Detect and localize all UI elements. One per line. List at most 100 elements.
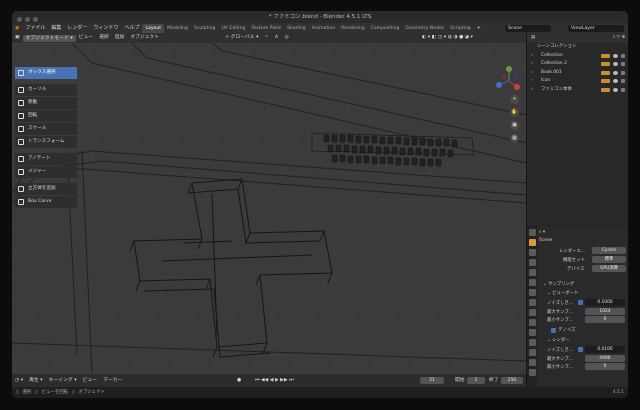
viewport-subpanel[interactable]: ⌄ ビューポート bbox=[547, 290, 578, 296]
timeline-view-menu[interactable]: ビュー bbox=[80, 374, 100, 387]
playback-menu[interactable]: 再生 ▾ bbox=[26, 374, 46, 387]
view-layer-tab-icon[interactable] bbox=[528, 259, 536, 266]
exclude-checkbox-icon[interactable] bbox=[621, 87, 625, 92]
timeline-editor-icon[interactable]: ◷ ▾ bbox=[12, 374, 26, 387]
outliner-item[interactable]: › Book.003 bbox=[527, 69, 628, 78]
exclude-checkbox-icon[interactable] bbox=[621, 53, 625, 58]
add-menu[interactable]: 追加 bbox=[112, 33, 128, 43]
exclude-checkbox-icon[interactable] bbox=[621, 70, 625, 75]
workspace-tab-scripting[interactable]: Scripting bbox=[447, 24, 473, 33]
denoise-checkbox[interactable] bbox=[551, 328, 556, 333]
tool-measure[interactable]: メジャー bbox=[15, 166, 77, 178]
visibility-eye-icon[interactable] bbox=[613, 62, 618, 66]
expand-arrow-icon[interactable]: › bbox=[531, 53, 533, 58]
tool-rotate[interactable]: 回転 bbox=[15, 110, 77, 122]
tool-tab-icon[interactable] bbox=[528, 229, 536, 236]
restrict-render-icon[interactable] bbox=[601, 70, 610, 75]
snap-icon[interactable]: ⋔ bbox=[272, 33, 282, 43]
viewport-min-samples-field[interactable]: 0 bbox=[585, 316, 625, 323]
render-engine-dropdown[interactable]: Cycles bbox=[592, 247, 626, 254]
tool-annotate[interactable]: アノテート bbox=[15, 153, 77, 165]
modifier-tab-icon[interactable] bbox=[528, 309, 536, 316]
playback-controls[interactable]: ⏮ ◀◀ ◀ ▶ ▶▶ ⏭ bbox=[252, 374, 296, 387]
expand-arrow-icon[interactable]: › bbox=[531, 87, 533, 92]
menu-window[interactable]: ウィンドウ bbox=[90, 23, 121, 33]
workspace-tab-shading[interactable]: Shading bbox=[284, 24, 309, 33]
render-noise-field[interactable]: 0.0100 bbox=[585, 346, 625, 353]
workspace-tab-texture-paint[interactable]: Texture Paint bbox=[248, 24, 284, 33]
view-layer-selector[interactable]: ViewLayer bbox=[568, 24, 624, 32]
restrict-render-icon[interactable] bbox=[601, 87, 610, 92]
workspace-tab-uv-editing[interactable]: UV Editing bbox=[218, 24, 248, 33]
outliner-search-icon[interactable]: ⌕ ▽ ⊕ bbox=[613, 33, 625, 43]
collection-tab-icon[interactable] bbox=[528, 289, 536, 296]
menu-file[interactable]: ファイル bbox=[22, 23, 48, 33]
tool-add-cube[interactable]: 立方体を追加 bbox=[15, 183, 77, 195]
start-frame-field[interactable]: 1 bbox=[467, 377, 485, 384]
tool-transform[interactable]: トランスフォーム bbox=[15, 136, 77, 148]
viewport-noise-field[interactable]: 0.1000 bbox=[585, 299, 625, 306]
visibility-eye-icon[interactable] bbox=[613, 87, 618, 92]
object-tab-icon[interactable] bbox=[528, 299, 536, 306]
end-frame-field[interactable]: 250 bbox=[501, 377, 523, 384]
perspective-toggle-icon[interactable]: ▦ bbox=[510, 134, 519, 143]
material-tab-icon[interactable] bbox=[528, 359, 536, 366]
visibility-eye-icon[interactable] bbox=[613, 70, 618, 75]
scene-collection-row[interactable]: シーンコレクション bbox=[527, 43, 628, 52]
restrict-render-icon[interactable] bbox=[601, 62, 610, 66]
menu-edit[interactable]: 編集 bbox=[48, 23, 64, 33]
outliner-item[interactable]: › Collection bbox=[527, 52, 628, 61]
exclude-checkbox-icon[interactable] bbox=[621, 79, 625, 83]
workspace-tab-modeling[interactable]: Modeling bbox=[164, 24, 191, 33]
expand-arrow-icon[interactable]: › bbox=[531, 78, 533, 83]
tool-box-carve[interactable]: Box Carve bbox=[15, 196, 77, 208]
editor-type-icon[interactable]: ▣ bbox=[12, 33, 23, 43]
workspace-tab-compositing[interactable]: Compositing bbox=[368, 24, 403, 33]
filter-icon[interactable]: ▤ bbox=[531, 35, 535, 40]
exclude-checkbox-icon[interactable] bbox=[621, 62, 625, 66]
workspace-tab-geometry-nodes[interactable]: Geometry Nodes bbox=[402, 24, 447, 33]
keying-menu[interactable]: キーイング ▾ bbox=[46, 374, 80, 387]
restrict-render-icon[interactable] bbox=[601, 79, 610, 83]
render-noise-checkbox[interactable] bbox=[578, 347, 583, 352]
workspace-tab-layout[interactable]: Layout bbox=[142, 24, 165, 33]
outliner-item[interactable]: › Icon bbox=[527, 77, 628, 86]
particles-tab-icon[interactable] bbox=[528, 319, 536, 326]
data-tab-icon[interactable] bbox=[528, 349, 536, 356]
scene-selector[interactable]: Scene bbox=[505, 24, 551, 32]
workspace-tab-animation[interactable]: Animation bbox=[309, 24, 338, 33]
visibility-eye-icon[interactable] bbox=[613, 79, 618, 83]
autokey-icon[interactable]: ● bbox=[234, 374, 244, 387]
pivot-icon[interactable]: ⚬ bbox=[262, 33, 272, 43]
viewport-noise-checkbox[interactable] bbox=[578, 300, 583, 305]
output-tab-icon[interactable] bbox=[528, 249, 536, 256]
workspace-tab-sculpting[interactable]: Sculpting bbox=[191, 24, 218, 33]
scene-tab-icon[interactable] bbox=[528, 269, 536, 276]
tool-cursor[interactable]: カーソル bbox=[15, 84, 77, 96]
menu-help[interactable]: ヘルプ bbox=[121, 23, 142, 33]
add-workspace-button[interactable]: + bbox=[474, 23, 484, 33]
visibility-eye-icon[interactable] bbox=[613, 53, 618, 58]
outliner-item[interactable]: › Collection 2 bbox=[527, 60, 628, 69]
pan-hand-icon[interactable]: ✋ bbox=[510, 108, 519, 117]
viewport-max-samples-field[interactable]: 1024 bbox=[585, 308, 625, 315]
texture-tab-icon[interactable] bbox=[528, 369, 536, 376]
proportional-edit-icon[interactable]: ◎ bbox=[282, 33, 292, 43]
expand-arrow-icon[interactable]: › bbox=[531, 61, 533, 66]
zoom-icon[interactable]: + bbox=[510, 95, 519, 104]
object-mode-dropdown[interactable]: オブジェクトモード ▾ bbox=[22, 34, 76, 42]
restrict-render-icon[interactable] bbox=[601, 53, 610, 58]
viewport-gizmo-icons[interactable]: ◐ ▾ ◧ ◫ ▾ ◍ ◑ ● ◕ ▾ bbox=[419, 33, 476, 43]
select-menu[interactable]: 選択 bbox=[96, 33, 112, 43]
3d-viewport[interactable]: ▣ オブジェクトモード ▾ ビュー 選択 追加 オブジェクト ⊹ グローバル ▾ ⚬ ⋔ ◎ ◐ … bbox=[12, 33, 526, 374]
transform-orientation-dropdown[interactable]: ⊹ グローバル ▾ bbox=[222, 33, 261, 43]
feature-set-dropdown[interactable]: 標準 bbox=[592, 256, 626, 263]
tool-scale[interactable]: スケール bbox=[15, 123, 77, 135]
current-frame-field[interactable]: 21 bbox=[420, 377, 444, 384]
render-min-samples-field[interactable]: 0 bbox=[585, 363, 625, 370]
render-subpanel[interactable]: ⌄ レンダー bbox=[547, 337, 570, 343]
view-menu[interactable]: ビュー bbox=[76, 33, 96, 43]
outliner-item[interactable]: › ファミコン本体 bbox=[527, 86, 628, 95]
constraints-tab-icon[interactable] bbox=[528, 339, 536, 346]
object-menu[interactable]: オブジェクト bbox=[127, 33, 162, 43]
